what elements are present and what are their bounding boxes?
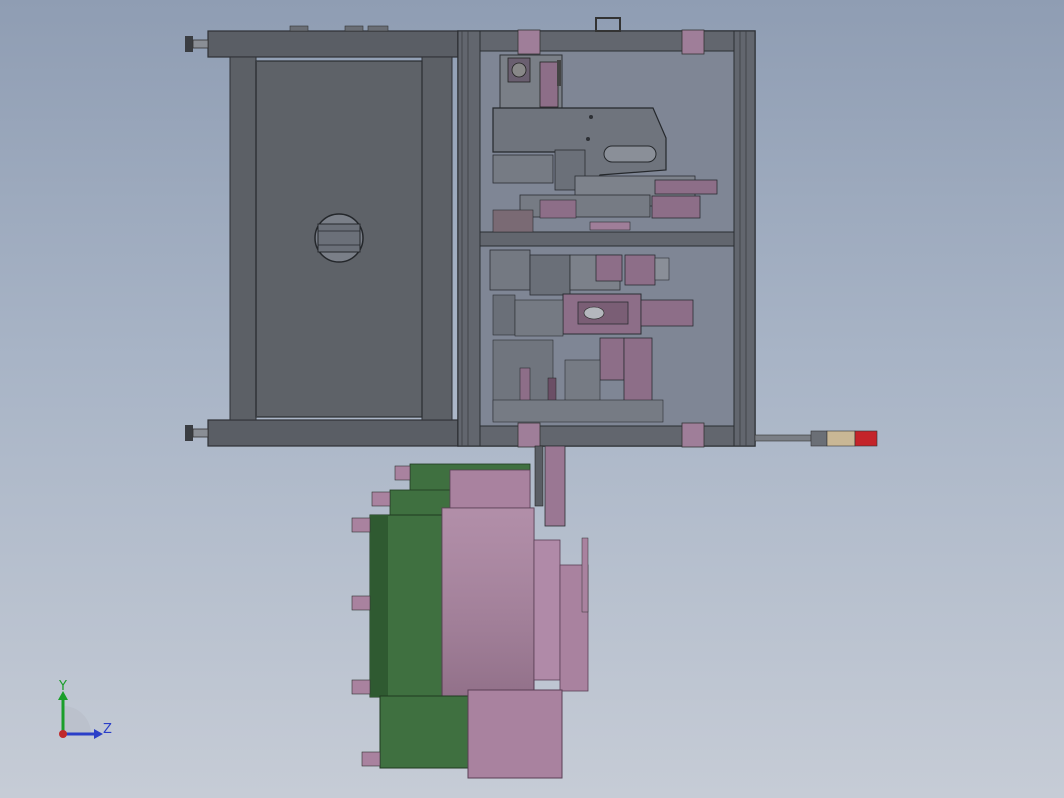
robot-unit[interactable] [351,445,589,779]
left-frame-left-post [229,56,257,421]
z-axis-label: Z [103,722,112,737]
left-frame-section[interactable] [185,25,459,447]
right-frame-section[interactable] [457,17,756,448]
machine-assembly-view[interactable] [0,0,1064,798]
leveling-feet [185,36,209,441]
signal-tower[interactable] [754,430,878,447]
left-frame-right-post [421,56,453,421]
origin-dot [59,730,67,738]
y-axis-label: Y [58,679,67,694]
cad-viewport[interactable]: Y Z [0,0,1064,798]
coordinate-triad: Y Z [58,679,112,739]
fan-vent [314,213,364,263]
left-frame-top-rail [207,30,459,58]
left-frame-bottom-rail [207,419,459,447]
